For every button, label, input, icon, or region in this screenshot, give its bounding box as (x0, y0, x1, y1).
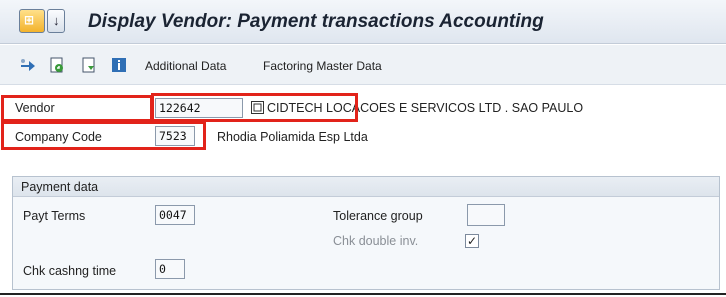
panel-header: Payment data (13, 177, 719, 197)
chevron-down-icon: ↓ (53, 13, 60, 28)
payment-data-panel: Payment data Payt Terms 0047 Tolerance g… (12, 176, 720, 290)
tolerance-group-label: Tolerance group (333, 209, 423, 223)
window-bottom-border (0, 293, 726, 295)
information-icon[interactable] (110, 56, 128, 74)
chk-cashing-time-label: Chk cashng time (23, 264, 117, 278)
create-document-icon[interactable] (80, 56, 98, 74)
company-name: Rhodia Poliamida Esp Ltda (217, 130, 368, 144)
chk-cashing-time-field[interactable]: 0 (155, 259, 185, 279)
chk-double-inv-label: Chk double inv. (333, 234, 419, 248)
vendor-value-highlight (151, 93, 358, 122)
page-title: Display Vendor: Payment transactions Acc… (88, 11, 544, 32)
chk-double-inv-checkbox[interactable]: ✓ (465, 234, 479, 248)
sap-menu-button[interactable]: ⊞ (19, 9, 45, 33)
display-change-icon[interactable] (48, 56, 66, 74)
panel-title: Payment data (21, 180, 99, 194)
additional-data-button[interactable]: Additional Data (145, 59, 226, 73)
application-toolbar: Additional Data Factoring Master Data (0, 45, 726, 85)
payt-terms-field[interactable]: 0047 (155, 205, 195, 225)
tolerance-group-field[interactable] (467, 204, 505, 226)
payt-terms-label: Payt Terms (23, 209, 86, 223)
company-code-highlight (1, 121, 206, 150)
system-menu-dropdown[interactable]: ↓ (47, 9, 65, 33)
other-vendor-icon[interactable] (19, 56, 37, 74)
title-bar: ⊞ ↓ Display Vendor: Payment transactions… (0, 0, 726, 44)
sap-menu-icon: ⊞ (24, 13, 35, 27)
vendor-label-highlight (1, 95, 153, 122)
factoring-master-data-button[interactable]: Factoring Master Data (263, 59, 382, 73)
